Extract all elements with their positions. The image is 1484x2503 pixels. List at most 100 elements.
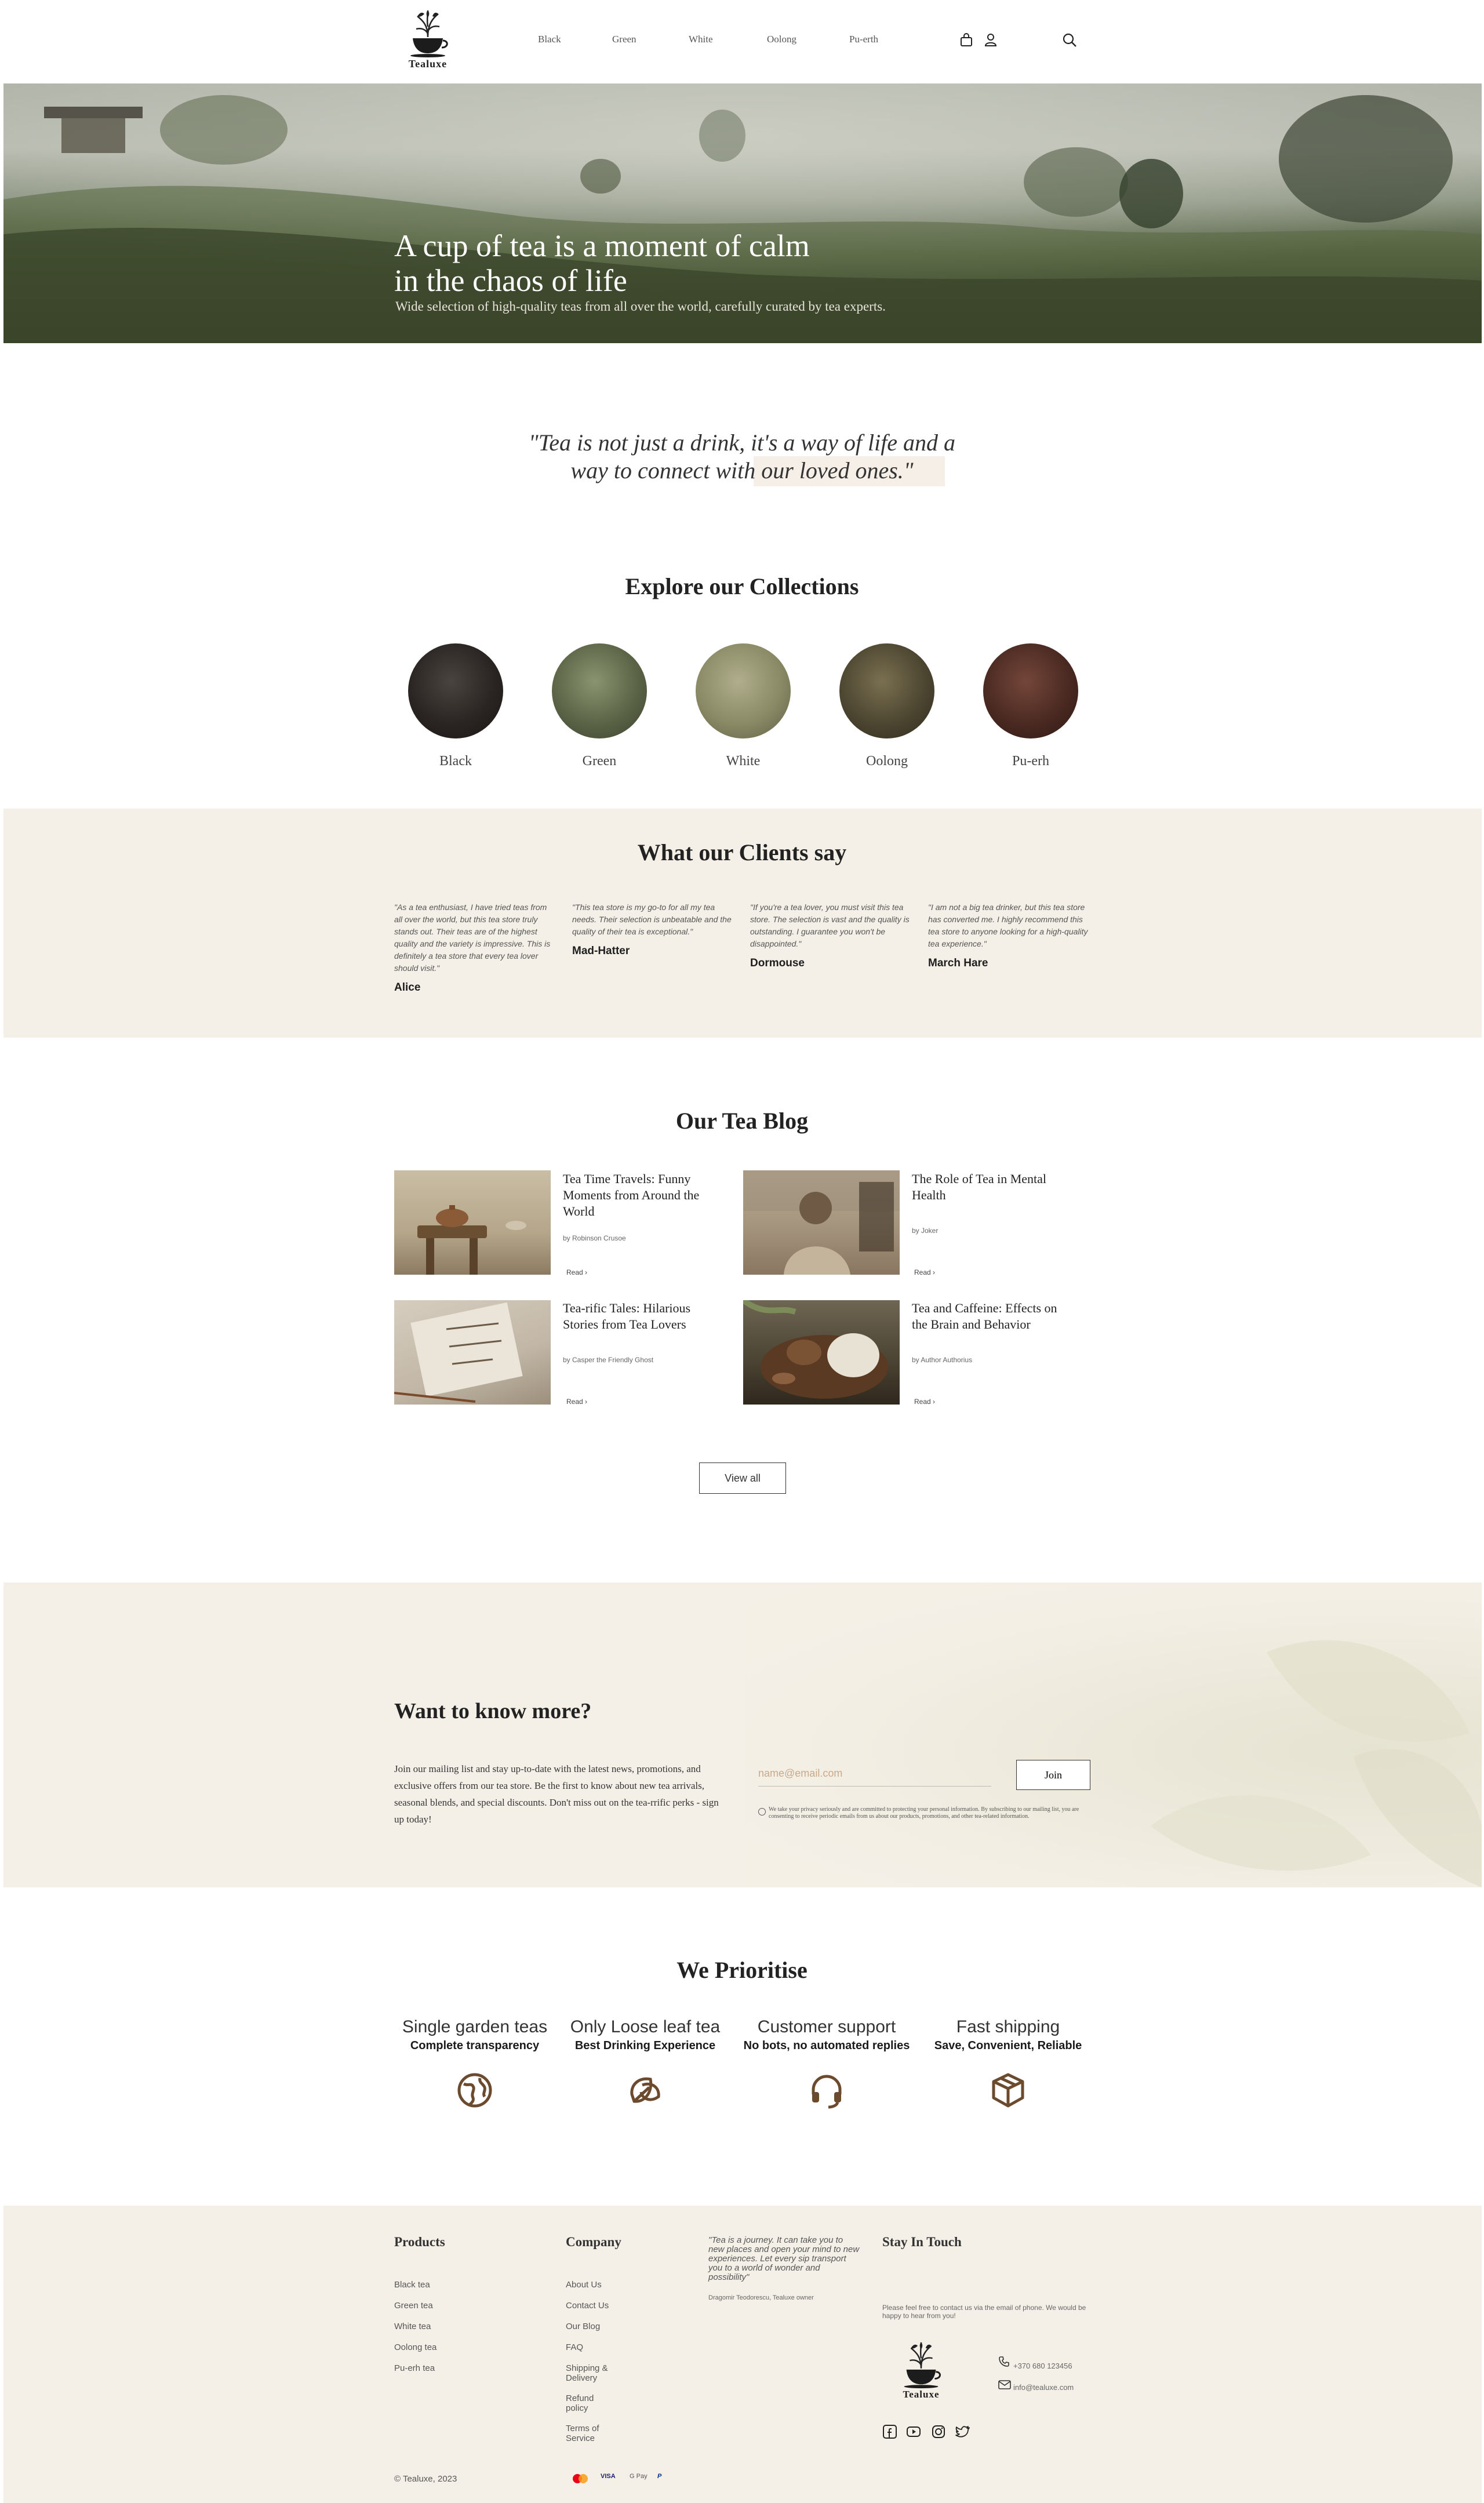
instagram-icon[interactable]: [931, 2424, 946, 2439]
read-label: Read: [566, 1398, 583, 1406]
footer-link-refund[interactable]: Refund policy: [566, 2393, 601, 2413]
nav-white[interactable]: White: [689, 34, 713, 45]
logo[interactable]: Tealuxe: [400, 8, 456, 73]
testimonials-title: What our Clients say: [637, 839, 847, 865]
mail-icon: [998, 2380, 1011, 2389]
collections-title: Explore our Collections: [625, 573, 859, 599]
collection-label: Oolong: [866, 754, 908, 769]
user-icon[interactable]: [983, 32, 998, 48]
read-link[interactable]: Read ›: [566, 1268, 587, 1276]
email-input[interactable]: [758, 1761, 991, 1787]
footer-phone[interactable]: +370 680 123456: [1013, 2362, 1072, 2370]
footer-link-terms[interactable]: Terms of Service: [566, 2424, 606, 2443]
twitter-icon[interactable]: [955, 2424, 970, 2439]
blog-post-author: by Casper the Friendly Ghost: [563, 1356, 654, 1364]
footer-link-faq[interactable]: FAQ: [566, 2342, 583, 2352]
testimonial-author: Mad-Hatter: [572, 945, 630, 957]
footer-logo[interactable]: Tealuxe: [893, 2340, 949, 2405]
read-link[interactable]: Read ›: [914, 1398, 935, 1406]
collection-oolong[interactable]: Oolong: [835, 643, 939, 769]
facebook-icon[interactable]: [882, 2424, 897, 2439]
tea-image: [552, 643, 647, 738]
testimonial-text: "I am not a big tea drinker, but this te…: [928, 903, 1088, 948]
newsletter-leaf-background: [745, 1582, 1482, 1887]
nav-puerh[interactable]: Pu-erth: [849, 34, 878, 45]
mastercard-icon: [572, 2473, 589, 2486]
search-icon[interactable]: [1062, 32, 1077, 48]
bag-icon[interactable]: [959, 32, 974, 48]
priority-subtitle: No bots, no automated replies: [743, 2039, 910, 2052]
chevron-right-icon: ›: [585, 1268, 588, 1276]
footer-email[interactable]: info@tealuxe.com: [1013, 2383, 1074, 2392]
consent-text: We take your privacy seriously and are c…: [769, 1806, 1079, 1820]
nav-black[interactable]: Black: [538, 34, 561, 45]
collection-white[interactable]: White: [691, 643, 795, 769]
read-label: Read: [914, 1268, 931, 1276]
tea-image: [839, 643, 934, 738]
footer-products-title: Products: [394, 2235, 445, 2249]
footer-link-shipping[interactable]: Shipping & Delivery: [566, 2363, 612, 2383]
priority-subtitle: Complete transparency: [410, 2039, 540, 2052]
read-link[interactable]: Read ›: [566, 1398, 587, 1406]
nav-oolong[interactable]: Oolong: [767, 34, 796, 45]
priority-heading: Customer support: [757, 2017, 896, 2036]
collection-label: Green: [582, 754, 617, 769]
main-quote: "Tea is not just a drink, it's a way of …: [528, 430, 956, 483]
priority-subtitle: Best Drinking Experience: [574, 2039, 716, 2052]
hero-title-line1: A cup of tea is a moment of calm: [394, 228, 810, 263]
testimonial-card: "As a tea enthusiast, I have tried teas …: [394, 901, 556, 994]
consent-checkbox[interactable]: [758, 1808, 766, 1816]
hero-title: A cup of tea is a moment of calm in the …: [394, 228, 810, 298]
leaf-icon: [630, 2077, 660, 2103]
blog-post-title[interactable]: The Role of Tea in Mental Health: [912, 1171, 1068, 1203]
testimonial-text: "If you're a tea lover, you must visit t…: [750, 903, 910, 948]
site-header: Tealuxe Black Green White Oolong Pu-erth: [0, 0, 1484, 83]
footer-link-about[interactable]: About Us: [566, 2280, 602, 2290]
testimonial-author: Alice: [394, 981, 421, 994]
collection-label: Black: [439, 754, 472, 769]
nav-green[interactable]: Green: [612, 34, 636, 45]
footer-link-white-tea[interactable]: White tea: [394, 2322, 431, 2331]
footer-link-oolong-tea[interactable]: Oolong tea: [394, 2342, 437, 2352]
newsletter-title: Want to know more?: [394, 1699, 592, 1723]
footer-logo-text: Tealuxe: [903, 2389, 940, 2400]
view-all-button[interactable]: View all: [699, 1462, 786, 1494]
priority-heading: Only Loose leaf tea: [570, 2017, 721, 2036]
logo-text: Tealuxe: [408, 58, 448, 70]
globe-icon: [457, 2073, 492, 2108]
priority-item: Customer support No bots, no automated r…: [734, 2017, 919, 2112]
chevron-right-icon: ›: [933, 1398, 936, 1406]
footer-link-green-tea[interactable]: Green tea: [394, 2301, 433, 2311]
blog-post-title[interactable]: Tea-rific Tales: Hilarious Stories from …: [563, 1300, 719, 1333]
blog-image-book[interactable]: [394, 1300, 551, 1405]
blog-post-title[interactable]: Tea and Caffeine: Effects on the Brain a…: [912, 1300, 1068, 1333]
footer-contact-title: Stay In Touch: [882, 2235, 962, 2249]
read-link[interactable]: Read ›: [914, 1268, 935, 1276]
blog-image-person[interactable]: [743, 1170, 900, 1275]
collection-black[interactable]: Black: [403, 643, 508, 769]
footer-link-puerh-tea[interactable]: Pu-erh tea: [394, 2363, 435, 2373]
collection-green[interactable]: Green: [547, 643, 652, 769]
youtube-icon[interactable]: [906, 2424, 921, 2439]
join-button[interactable]: Join: [1016, 1760, 1090, 1790]
blog-post-author: by Joker: [912, 1227, 939, 1235]
blog-image-teapot[interactable]: [394, 1170, 551, 1275]
collection-label: White: [726, 754, 761, 769]
testimonial-card: "If you're a tea lover, you must visit t…: [750, 901, 912, 970]
headphones-icon: [812, 2075, 842, 2109]
footer-link-contact[interactable]: Contact Us: [566, 2301, 609, 2311]
phone-icon: [999, 2356, 1009, 2367]
blog-post-author: by Robinson Crusoe: [563, 1234, 626, 1242]
blog-image-teaset[interactable]: [743, 1300, 900, 1405]
tea-image: [696, 643, 791, 738]
testimonial-card: "This tea store is my go-to for all my t…: [572, 901, 734, 958]
footer-link-blog[interactable]: Our Blog: [566, 2322, 600, 2331]
blog-title: Our Tea Blog: [675, 1108, 809, 1134]
footer-link-black-tea[interactable]: Black tea: [394, 2280, 430, 2290]
footer-quote: "Tea is a journey. It can take you to ne…: [708, 2235, 860, 2282]
blog-post-title[interactable]: Tea Time Travels: Funny Moments from Aro…: [563, 1171, 719, 1220]
testimonial-card: "I am not a big tea drinker, but this te…: [928, 901, 1090, 970]
hero-title-line2: in the chaos of life: [394, 263, 627, 298]
paypal-icon: P: [657, 2473, 662, 2480]
collection-puerh[interactable]: Pu-erh: [979, 643, 1083, 769]
